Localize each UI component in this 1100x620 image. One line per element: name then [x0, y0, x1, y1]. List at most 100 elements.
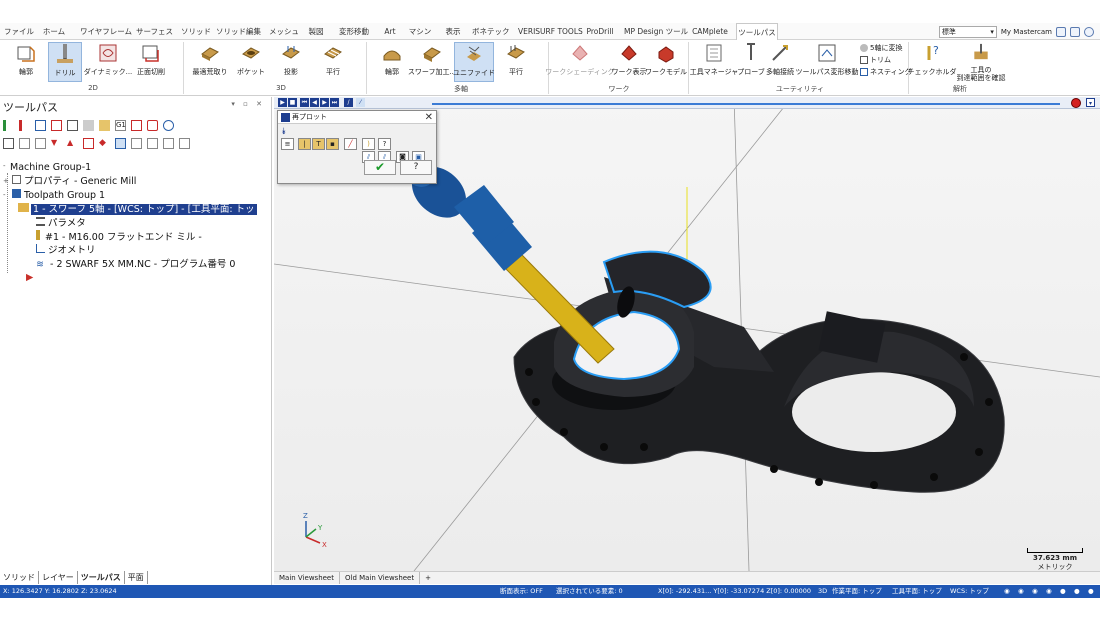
display-holder-icon[interactable]: | [298, 138, 311, 150]
face-mill-button[interactable]: 正面切削 [134, 42, 168, 82]
minimize-ribbon-icon[interactable] [1070, 27, 1080, 37]
workspace-combo[interactable]: 標準 ▾ [938, 26, 997, 38]
swarf-button[interactable]: スワーフ加工... [408, 42, 456, 82]
filter-icon[interactable] [147, 137, 158, 149]
tab-bonetek[interactable]: ボネテック [472, 23, 510, 40]
check-holder-button[interactable]: ? チェックホルダ [908, 42, 957, 82]
collapse-icon[interactable]: - [3, 191, 6, 199]
shaded-icon[interactable]: ◉ [1032, 585, 1038, 598]
move-down-icon[interactable]: ▼ [51, 138, 62, 149]
machine-group-node[interactable]: Machine Group-1 [10, 161, 91, 174]
probe-button[interactable]: プローブ [737, 42, 765, 82]
mode-toggle[interactable]: 3D [818, 585, 827, 598]
panel-controls[interactable]: ▾ ▫ ✕ [231, 100, 265, 108]
tool-node[interactable]: #1 - M16.00 フラットエンド ミル - [36, 230, 202, 243]
hidden-line-icon[interactable]: ◉ [1046, 585, 1052, 598]
tab-machine[interactable]: マシン [406, 23, 434, 40]
backplot-icon[interactable] [83, 119, 94, 131]
verify-icon[interactable] [99, 119, 110, 131]
cplane-selector[interactable]: 作業平面: トップ [832, 585, 882, 598]
backplot-slider[interactable] [432, 103, 1060, 105]
tab-surface[interactable]: サーフェス [136, 23, 173, 40]
tab-camplete[interactable]: CAMplete [692, 23, 728, 40]
main-viewsheet-tab[interactable]: Main Viewsheet [274, 572, 340, 584]
tab-planes[interactable]: 平面 [125, 571, 148, 584]
stop-backplot-icon[interactable] [1071, 98, 1081, 108]
step-back-icon[interactable]: ◀ [310, 98, 319, 107]
unified-button[interactable]: ユニファイド [453, 42, 495, 82]
display-rapid-icon[interactable]: T [312, 138, 325, 150]
display-endpoints-icon[interactable]: ▪ [326, 138, 339, 150]
stock-display-button[interactable]: ワーク表示 [612, 42, 647, 82]
tab-file[interactable]: ファイル [4, 23, 34, 40]
move-up-icon[interactable]: ▲ [67, 138, 78, 149]
tab-toolpaths-panel[interactable]: ツールパス [77, 571, 125, 584]
deselect-ops-icon[interactable] [19, 119, 30, 131]
path-icon[interactable]: / [344, 98, 353, 107]
info-icon[interactable]: ? [378, 138, 391, 150]
trim-button[interactable]: トリム [860, 54, 891, 65]
window-options-icon[interactable] [1056, 27, 1066, 37]
highfeed-icon[interactable] [147, 119, 158, 131]
tab-mesh[interactable]: メッシュ [269, 23, 299, 40]
tab-view[interactable]: 表示 [442, 23, 464, 40]
regenerate-dirty-icon[interactable] [67, 119, 78, 131]
properties-node[interactable]: プロパティ - Generic Mill [12, 175, 136, 188]
g1-icon[interactable]: G1 [115, 119, 126, 131]
toolpath-group-node[interactable]: Toolpath Group 1 [12, 189, 105, 202]
pocket-3d-button[interactable]: ポケット [236, 42, 266, 82]
display-options-icon[interactable] [163, 137, 174, 149]
parameters-node[interactable]: パラメタ [36, 217, 86, 230]
ok-button[interactable]: ✔ [364, 160, 396, 175]
expand-dialog-icon[interactable]: ⯯ [281, 127, 286, 137]
insert-arrow-icon[interactable] [83, 137, 94, 149]
tab-transform[interactable]: 変形移動 [336, 23, 372, 40]
contour-2d-button[interactable]: 輪郭 [10, 42, 42, 82]
playbar-options-icon[interactable]: ▾ [1086, 98, 1095, 107]
toggle-display-icon[interactable] [19, 137, 30, 149]
tab-prodrill[interactable]: ProDrill [585, 23, 615, 40]
wcs-selector[interactable]: WCS: トップ [950, 585, 989, 598]
skip-start-icon[interactable]: ⏮ [300, 98, 309, 107]
nesting-button[interactable]: ネスティング [860, 66, 912, 77]
display-tool-icon[interactable]: ≡ [281, 138, 294, 150]
close-icon[interactable]: ✕ [425, 111, 433, 124]
parallel-3d-button[interactable]: 平行 [318, 42, 348, 82]
quick-verify-icon[interactable]: ╱ [344, 138, 357, 150]
tab-layers[interactable]: レイヤー [39, 571, 78, 584]
select-all-ops-icon[interactable] [3, 119, 14, 131]
dialog-title[interactable]: 再プロット [278, 111, 436, 124]
show-selected-icon[interactable] [115, 137, 126, 149]
my-mastercam-link[interactable]: My Mastercam [1001, 28, 1052, 36]
geometry-node[interactable]: ジオメトリ [36, 244, 96, 257]
operation-node[interactable]: 1 - スワーフ 5軸 - [WCS: トップ] - [工具平面: トッ [18, 203, 257, 216]
view-cube-icon[interactable]: ◉ [1004, 585, 1010, 598]
tab-solids[interactable]: ソリッド [0, 571, 39, 584]
tplane-selector[interactable]: 工具平面: トップ [892, 585, 942, 598]
show-all-icon[interactable] [131, 137, 142, 149]
scroll-arrow-icon[interactable]: ◆ [99, 138, 110, 149]
play-icon[interactable]: ▶ [278, 98, 287, 107]
regenerate-all-icon[interactable] [51, 119, 62, 131]
skip-end-icon[interactable]: ⏭ [330, 98, 339, 107]
toggle-post-icon[interactable] [35, 137, 46, 149]
convert-5axis-button[interactable]: 5軸に変換 [860, 42, 902, 53]
old-main-viewsheet-tab[interactable]: Old Main Viewsheet [340, 572, 421, 584]
toolpath-transform-button[interactable]: ツールパス変形移動 [796, 42, 859, 82]
step-forward-icon[interactable]: ▶ [320, 98, 329, 107]
optirough-button[interactable]: 最適荒取り [190, 42, 230, 82]
help-icon[interactable] [1084, 27, 1094, 37]
display-settings-icon[interactable]: ● [1088, 585, 1094, 598]
insert-arrow-marker[interactable]: ▶ [26, 271, 33, 284]
tab-solid-edit[interactable]: ソリッド編集 [216, 23, 261, 40]
multiaxis-linking-button[interactable]: 多軸接続 [766, 42, 794, 82]
help-button[interactable]: ? [400, 160, 432, 175]
multiaxis-contour-button[interactable]: 輪郭 [378, 42, 406, 82]
parallel-multiaxis-button[interactable]: 平行 [502, 42, 530, 82]
tab-drafting[interactable]: 製図 [305, 23, 327, 40]
dynamic-button[interactable]: ダイナミック... [84, 42, 132, 82]
select-invalid-icon[interactable] [35, 119, 46, 131]
tab-mp-design[interactable]: MP Design ツール [624, 23, 688, 40]
display-arc-icon[interactable]: ) [362, 138, 375, 150]
tab-solid[interactable]: ソリッド [181, 23, 211, 40]
